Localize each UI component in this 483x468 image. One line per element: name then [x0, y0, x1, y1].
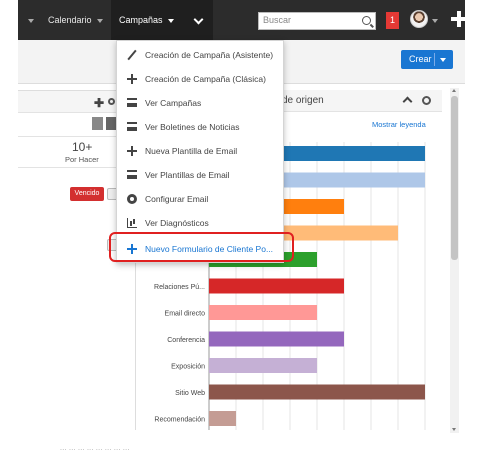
menu-item-new-email-template[interactable]: Nueva Plantilla de Email: [117, 139, 285, 163]
category-label: Exposición: [171, 364, 205, 371]
plus-icon: [127, 74, 137, 84]
gear-icon: [127, 194, 137, 204]
menu-item-view-campaigns[interactable]: Ver Campañas: [117, 91, 285, 115]
chart-bar: [209, 384, 425, 400]
category-label: Conferencia: [167, 337, 205, 344]
notification-badge[interactable]: 1: [386, 12, 399, 29]
list-icon: [127, 170, 137, 179]
menu-item-view-newsletters[interactable]: Ver Boletines de Noticias: [117, 115, 285, 139]
gear-icon[interactable]: [108, 98, 115, 105]
plus-icon[interactable]: [451, 11, 467, 27]
chart-bar: [209, 331, 344, 347]
chart-bar: [209, 278, 344, 294]
nav-caret-left[interactable]: [28, 0, 34, 40]
chart-bar: [209, 411, 236, 426]
add-icon[interactable]: ✚: [94, 96, 104, 110]
scroll-up-icon[interactable]: [452, 89, 456, 92]
status-badge: Vencido: [70, 187, 104, 201]
avatar[interactable]: [410, 10, 428, 28]
list-icon: [127, 122, 137, 131]
menu-item-campaign-wizard[interactable]: Creación de Campaña (Asistente): [117, 43, 285, 67]
search-icon[interactable]: [362, 16, 371, 25]
search-placeholder: Buscar: [263, 15, 292, 25]
vertical-scrollbar[interactable]: [450, 88, 459, 433]
scrollbar-thumb[interactable]: [451, 96, 458, 260]
button-separator: [434, 53, 435, 66]
nav-item-campanas[interactable]: Campañas: [111, 0, 213, 40]
nav-item-calendario[interactable]: Calendario: [48, 0, 103, 40]
menu-item-configure-email[interactable]: Configurar Email: [117, 187, 285, 211]
user-icon[interactable]: [92, 117, 103, 130]
category-label: Email directo: [165, 311, 206, 318]
search-input[interactable]: Buscar: [258, 12, 376, 30]
top-nav-bar: Calendario Campañas Buscar 1: [18, 0, 467, 40]
category-label: Relaciones Pú...: [154, 284, 205, 291]
caret-down-icon[interactable]: [440, 58, 446, 62]
footer-text: ... ... ... ... ... ... ... ...: [60, 445, 130, 452]
crear-button[interactable]: Crear: [401, 50, 453, 69]
chevron-down-icon[interactable]: [193, 14, 204, 25]
app-root: Calendario Campañas Buscar 1 Crear ✚ 10+…: [0, 0, 483, 468]
stat-label: Por Hacer: [65, 155, 99, 164]
highlight-outline: [109, 232, 294, 262]
left-panel-header: ✚: [18, 91, 118, 113]
left-panel: ✚ 10+ Por Hacer Vencido: [18, 90, 119, 340]
avatar-caret[interactable]: [432, 0, 438, 40]
chart-bar: [209, 305, 317, 320]
category-label: Sitio Web: [175, 390, 205, 397]
plus-icon: [127, 146, 137, 156]
stat-block: 10+ Por Hacer: [18, 136, 118, 168]
menu-item-view-email-templates[interactable]: Ver Plantillas de Email: [117, 163, 285, 187]
category-label: Recomendación: [154, 417, 205, 424]
bar-chart-icon: [127, 218, 137, 228]
campaigns-dropdown-menu: Creación de Campaña (Asistente) Creación…: [116, 40, 284, 263]
stat-value: 10+: [72, 140, 93, 154]
chart-bar: [209, 358, 317, 373]
list-icon: [127, 98, 137, 107]
menu-item-campaign-classic[interactable]: Creación de Campaña (Clásica): [117, 67, 285, 91]
scroll-down-icon[interactable]: [452, 428, 456, 431]
wand-icon: [127, 50, 137, 60]
